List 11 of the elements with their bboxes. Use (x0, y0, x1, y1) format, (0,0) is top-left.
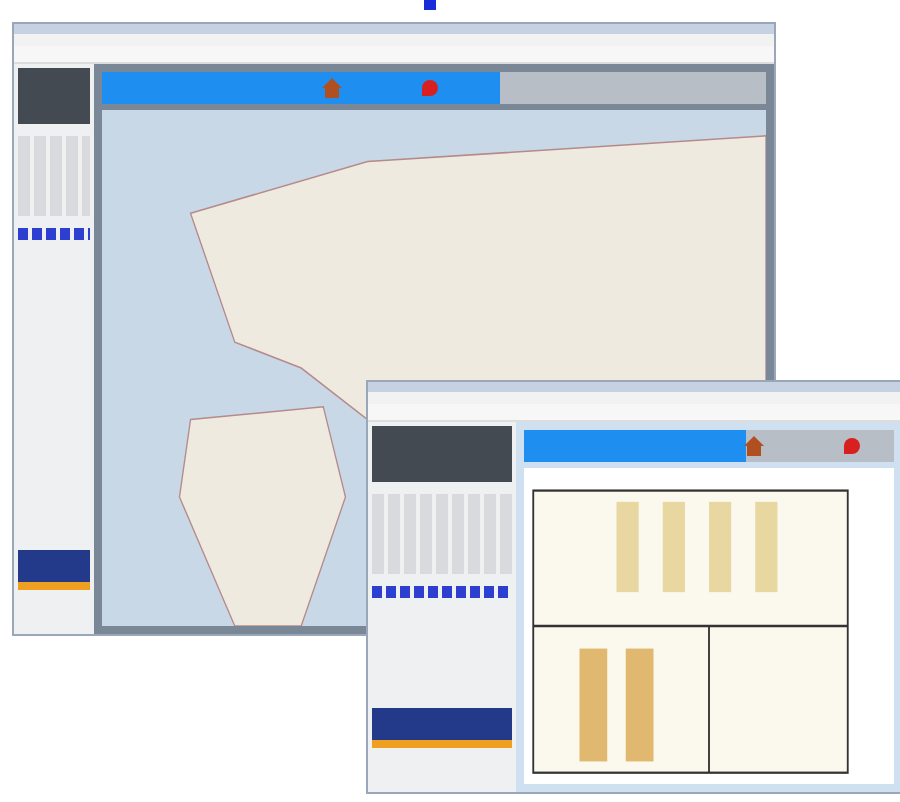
pin-icon[interactable] (422, 80, 438, 96)
logo-banner (372, 426, 512, 482)
marker-icon (424, 0, 436, 10)
keypad-drawing (18, 136, 90, 216)
house-icon[interactable] (322, 78, 342, 98)
logo-banner (18, 68, 90, 124)
house-icon[interactable] (744, 436, 764, 456)
logo-badge (18, 550, 90, 590)
logo-badge (372, 708, 512, 748)
keypad-drawing (372, 494, 512, 574)
pin-icon[interactable] (844, 438, 860, 454)
